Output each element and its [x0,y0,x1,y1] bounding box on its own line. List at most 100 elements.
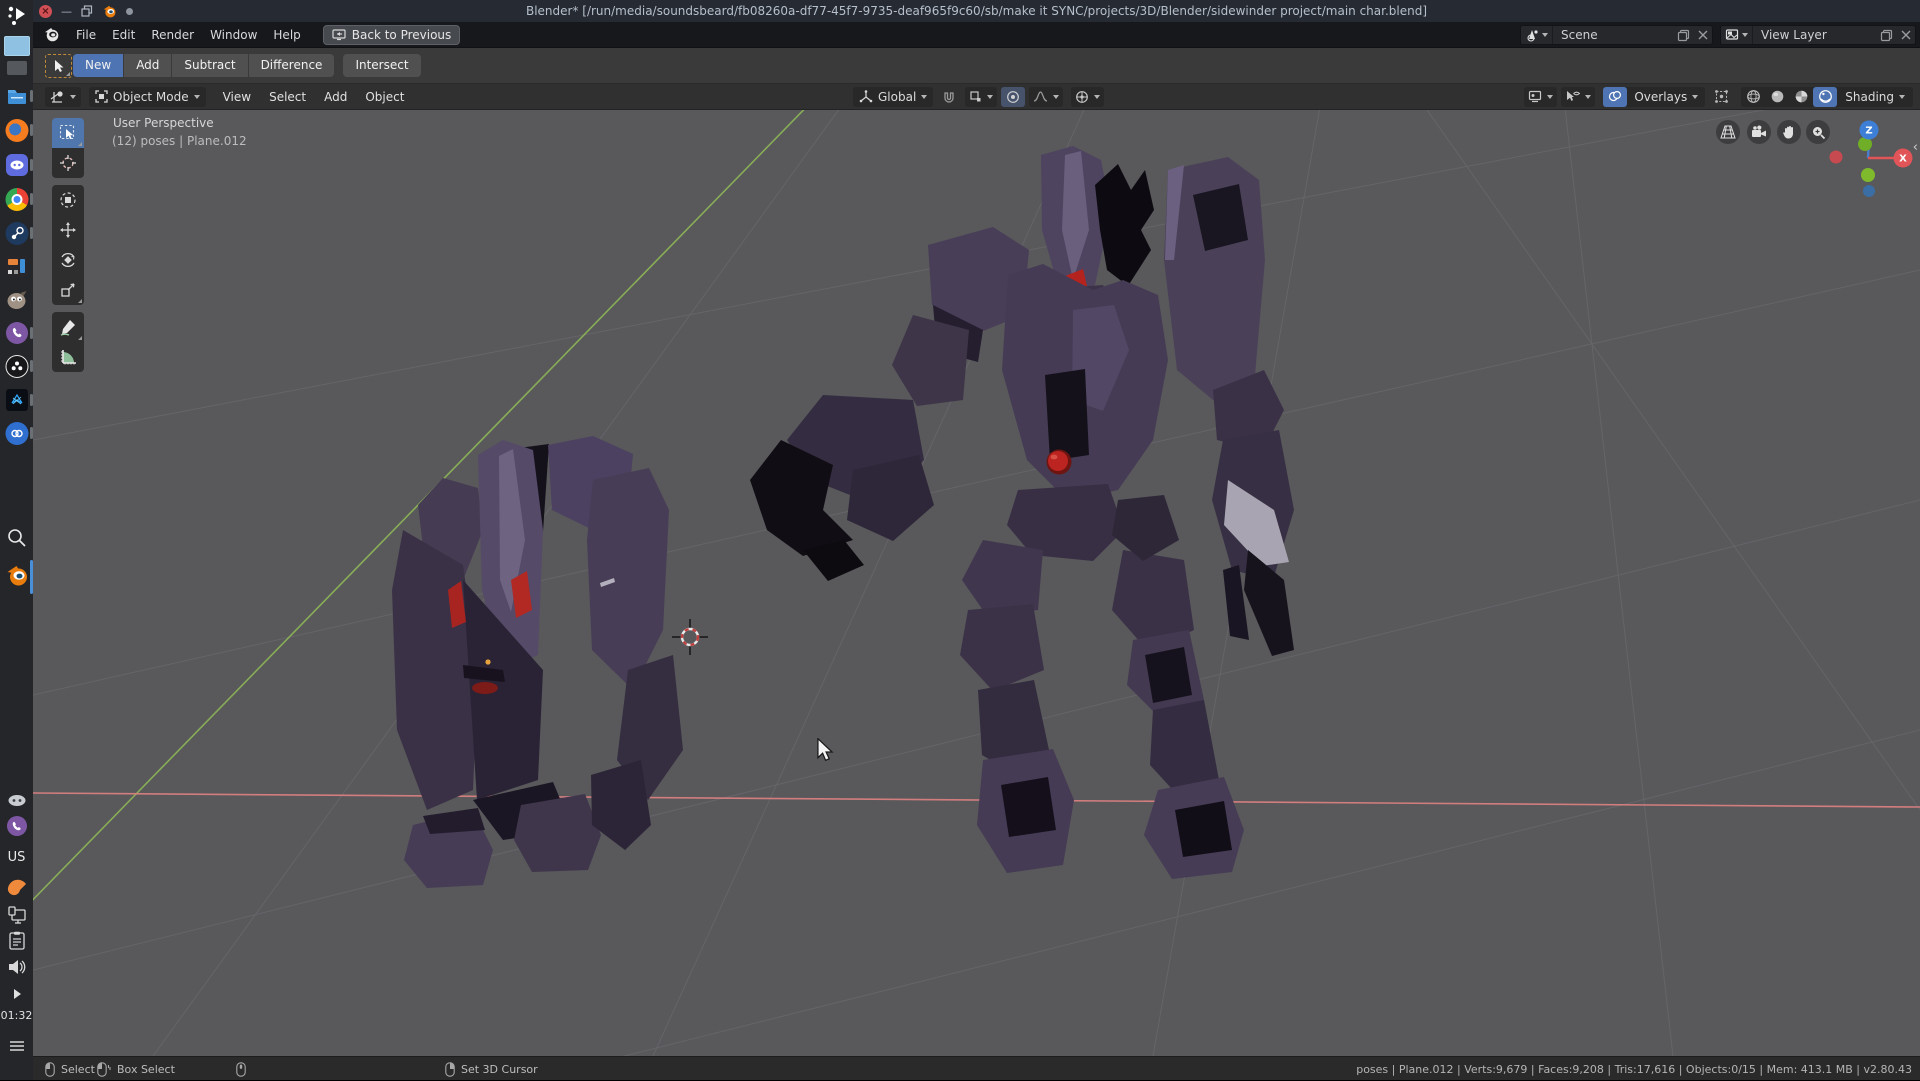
back-to-previous-button[interactable]: Back to Previous [323,25,461,45]
keyboard-layout[interactable]: US [8,850,26,865]
remove-view-layer-button[interactable] [1897,30,1915,40]
falloff-dropdown[interactable] [1029,87,1063,107]
sidebar-collapse-arrow[interactable]: ‹ [1913,140,1918,155]
mech-right[interactable] [750,146,1294,879]
blender-icon[interactable] [4,563,29,592]
axis-x-negative[interactable] [1830,151,1843,164]
mode-intersect-button[interactable]: Intersect [343,54,420,77]
window-preview-active[interactable] [4,36,30,56]
3d-viewport[interactable]: User Perspective (12) poses | Plane.012 [33,110,1920,1056]
display-settings-icon[interactable] [7,905,27,929]
camera-view-button[interactable] [1747,120,1771,144]
minimize-button[interactable]: — [61,5,72,18]
window-preview[interactable] [7,61,27,75]
shading-wireframe-button[interactable] [1741,87,1765,107]
file-manager-icon[interactable] [6,85,28,111]
dock-menu-icon[interactable] [8,1038,26,1057]
discord-icon[interactable] [6,154,28,176]
orientation-axes-icon [859,90,873,104]
overlays-dropdown[interactable]: Overlays [1627,90,1705,104]
visibility-dropdown[interactable] [1561,87,1595,107]
menu-file[interactable]: File [68,25,104,45]
viber-tray-icon[interactable] [7,816,27,836]
running-indicator [30,124,33,136]
discord-tray-icon[interactable] [7,793,26,812]
active-tool-indicator[interactable] [45,54,72,78]
mode-difference-button[interactable]: Difference [249,54,335,77]
proportional-dot-icon [1006,90,1020,104]
tool-select-box[interactable] [52,118,84,148]
restore-button[interactable] [81,5,93,17]
pivot-point-dropdown[interactable] [1071,87,1104,107]
steam-icon[interactable] [5,222,28,245]
shading-material-button[interactable] [1789,87,1813,107]
new-view-layer-button[interactable] [1876,29,1897,42]
scene-browse[interactable] [1521,26,1553,44]
gizmos-toggle[interactable] [1709,87,1733,107]
mode-selector[interactable]: Object Mode [89,87,206,107]
overlays-toggle[interactable] [1603,87,1627,107]
gimp-icon[interactable] [5,289,28,316]
shading-dropdown[interactable]: Shading [1837,90,1913,104]
toggle-perspective-button[interactable] [1716,120,1740,144]
snap-toggle[interactable] [937,87,961,107]
chevron-down-icon [1053,95,1059,99]
editor-type-selector[interactable] [45,87,81,107]
perspective-grid-icon [1720,125,1736,139]
orientation-label: Global [878,90,916,104]
tool-annotate[interactable] [52,312,84,342]
blue-circle-app-icon[interactable] [5,422,28,445]
mode-add-button[interactable]: Add [124,54,171,77]
neon-3d-app-icon[interactable] [6,389,28,411]
blender-menu-button[interactable] [33,26,68,43]
new-scene-button[interactable] [1673,29,1694,42]
tool-transform[interactable] [52,185,84,215]
tool-rotate[interactable] [52,245,84,275]
tool-move[interactable] [52,215,84,245]
menu-object[interactable]: Object [356,90,413,104]
show-hidden-icon[interactable] [10,986,24,1005]
scene-selector[interactable]: Scene [1520,25,1713,45]
view-layer-browse[interactable] [1721,26,1753,44]
mech-left[interactable] [392,436,683,888]
viewport-scene[interactable] [33,110,1920,1056]
snap-settings-dropdown[interactable] [965,87,997,107]
menu-view[interactable]: View [214,90,260,104]
menu-window[interactable]: Window [202,25,265,45]
volume-icon[interactable] [7,958,27,980]
menu-help[interactable]: Help [265,25,308,45]
tool-cursor[interactable] [52,148,84,178]
viber-icon[interactable] [6,322,28,344]
pin-dot [126,8,133,15]
app-launcher-icon[interactable] [5,4,29,32]
scene-name[interactable]: Scene [1553,28,1673,42]
shading-solid-button[interactable] [1765,87,1789,107]
menu-edit[interactable]: Edit [104,25,143,45]
orange-utility-icon[interactable] [6,876,28,900]
shading-rendered-button[interactable] [1813,87,1837,107]
search-icon[interactable] [6,527,28,553]
visibility-icon [1565,90,1580,103]
axis-z-negative[interactable] [1863,185,1875,197]
mode-subtract-button[interactable]: Subtract [172,54,247,77]
proportional-editing-toggle[interactable] [1001,87,1025,107]
obs-studio-icon[interactable] [5,355,28,378]
clipboard-manager-icon[interactable] [8,931,26,955]
view-layer-name[interactable]: View Layer [1753,28,1876,42]
view-object-types-dropdown[interactable] [1524,87,1557,107]
unlink-scene-button[interactable] [1694,30,1712,40]
tool-scale[interactable] [52,275,84,305]
navigation-gizmo[interactable]: Z X [1795,118,1920,218]
chrome-icon[interactable] [5,188,28,211]
menu-add[interactable]: Add [315,90,356,104]
axis-y-negative[interactable] [1861,168,1875,182]
view-layer-selector[interactable]: View Layer [1720,25,1916,45]
close-button[interactable]: × [39,5,52,18]
tool-measure[interactable] [52,342,84,372]
transform-orientation-selector[interactable]: Global [853,87,933,107]
menu-render[interactable]: Render [143,25,202,45]
firefox-icon[interactable] [5,119,28,142]
media-deck-icon[interactable] [6,255,28,277]
menu-select[interactable]: Select [260,90,315,104]
mode-new-button[interactable]: New [73,54,123,77]
